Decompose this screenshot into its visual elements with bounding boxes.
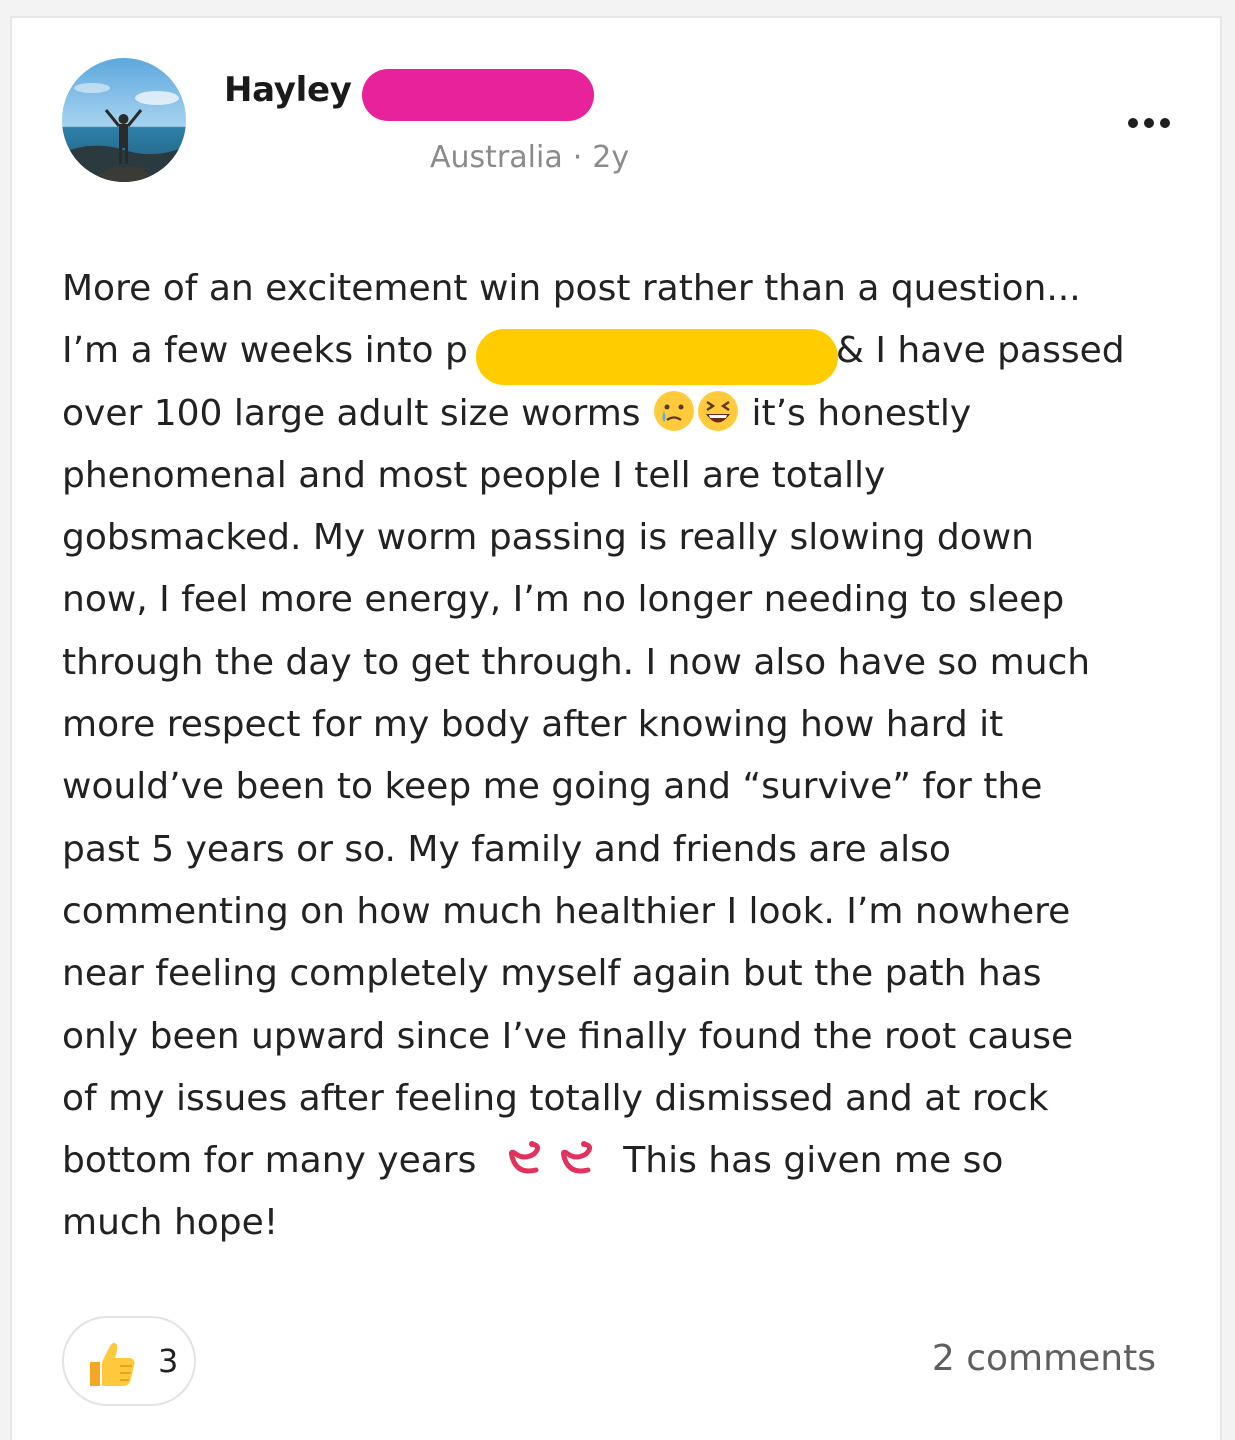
- post-line: more respect for my body after knowing h…: [62, 704, 1004, 746]
- crying-face-icon: [654, 390, 695, 431]
- post-line: would’ve been to keep me going and “surv…: [62, 766, 1043, 808]
- like-count: 3: [158, 1342, 179, 1380]
- post-age[interactable]: 2y: [592, 140, 629, 175]
- text-redaction: [476, 329, 838, 385]
- post-text-fragment: over 100 large adult size worms: [62, 392, 641, 434]
- post-body: More of an excitement win post rather th…: [62, 258, 1172, 1255]
- post-meta: Australia · 2y: [430, 140, 629, 175]
- post-text-fragment: bottom for many years: [62, 1140, 477, 1182]
- worm-icon: [560, 1141, 592, 1174]
- post-text-fragment: I’m a few weeks into p: [62, 330, 468, 372]
- post-line: much hope!: [62, 1202, 279, 1244]
- post-line: bottom for many years This has given me …: [62, 1130, 1172, 1192]
- worm-icon: [508, 1141, 540, 1174]
- thumbs-up-icon: [90, 1342, 135, 1386]
- post-line: commenting on how much healthier I look.…: [62, 890, 1071, 932]
- post-line: More of an excitement win post rather th…: [62, 268, 1081, 309]
- post-line: past 5 years or so. My family and friend…: [62, 828, 951, 870]
- post-text-fragment: it’s honestly: [751, 392, 972, 434]
- post-line: over 100 large adult size worms it’s hon…: [62, 383, 1172, 445]
- post-text-fragment: This has given me so: [623, 1140, 1004, 1182]
- like-button[interactable]: 3: [62, 1316, 196, 1406]
- post-line: now, I feel more energy, I’m no longer n…: [62, 579, 1065, 621]
- avatar[interactable]: [62, 58, 186, 182]
- post-line: near feeling completely myself again but…: [62, 953, 1042, 995]
- post-line: through the day to get through. I now al…: [62, 641, 1091, 683]
- author-name[interactable]: Hayley: [224, 70, 352, 110]
- comments-link[interactable]: 2 comments: [932, 1338, 1156, 1379]
- post-line: gobsmacked. My worm passing is really sl…: [62, 517, 1034, 559]
- post-card: Hayley Australia · 2y More of an excitemen…: [10, 16, 1222, 1440]
- more-dot-icon: [1160, 118, 1170, 128]
- avatar-photo: [62, 58, 186, 182]
- meta-separator: ·: [572, 140, 583, 175]
- more-dot-icon: [1128, 118, 1138, 128]
- post-line: only been upward since I’ve finally foun…: [62, 1015, 1074, 1057]
- location-text: Australia: [430, 140, 563, 175]
- more-options-button[interactable]: [1112, 106, 1182, 136]
- post-text-fragment: & I have passed: [835, 330, 1125, 372]
- post-line: phenomenal and most people I tell are to…: [62, 454, 886, 496]
- laughing-face-icon: [698, 390, 739, 431]
- more-dot-icon: [1144, 118, 1154, 128]
- post-line: of my issues after feeling totally dismi…: [62, 1077, 1049, 1119]
- name-redaction: [362, 69, 594, 121]
